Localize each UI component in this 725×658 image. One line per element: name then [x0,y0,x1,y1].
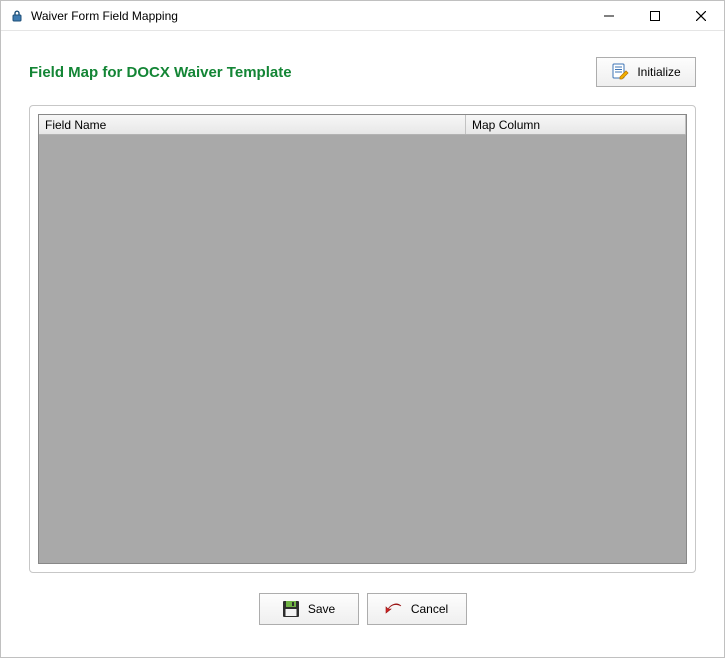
cancel-button-label: Cancel [411,602,448,616]
grid-header-row: Field Name Map Column [39,115,686,135]
cancel-button[interactable]: Cancel [367,593,467,625]
column-header-map-column[interactable]: Map Column [466,115,686,134]
document-edit-icon [611,63,629,81]
content-area: Field Map for DOCX Waiver Template Initi… [1,31,724,657]
undo-arrow-icon [385,600,403,618]
column-header-field-name[interactable]: Field Name [39,115,466,134]
dialog-window: Waiver Form Field Mapping Field Map for … [0,0,725,658]
floppy-disk-icon [282,600,300,618]
grid-panel: Field Name Map Column [29,105,696,573]
save-button[interactable]: Save [259,593,359,625]
maximize-button[interactable] [632,1,678,30]
page-title: Field Map for DOCX Waiver Template [29,64,292,81]
header-row: Field Map for DOCX Waiver Template Initi… [29,57,696,87]
window-title: Waiver Form Field Mapping [31,9,178,23]
titlebar: Waiver Form Field Mapping [1,1,724,31]
close-button[interactable] [678,1,724,30]
initialize-button[interactable]: Initialize [596,57,696,87]
initialize-button-label: Initialize [637,65,680,79]
minimize-button[interactable] [586,1,632,30]
footer-buttons: Save Cancel [29,593,696,643]
lock-icon [9,8,25,24]
window-controls [586,1,724,30]
grid-body [39,135,686,563]
save-button-label: Save [308,602,335,616]
field-map-grid[interactable]: Field Name Map Column [38,114,687,564]
